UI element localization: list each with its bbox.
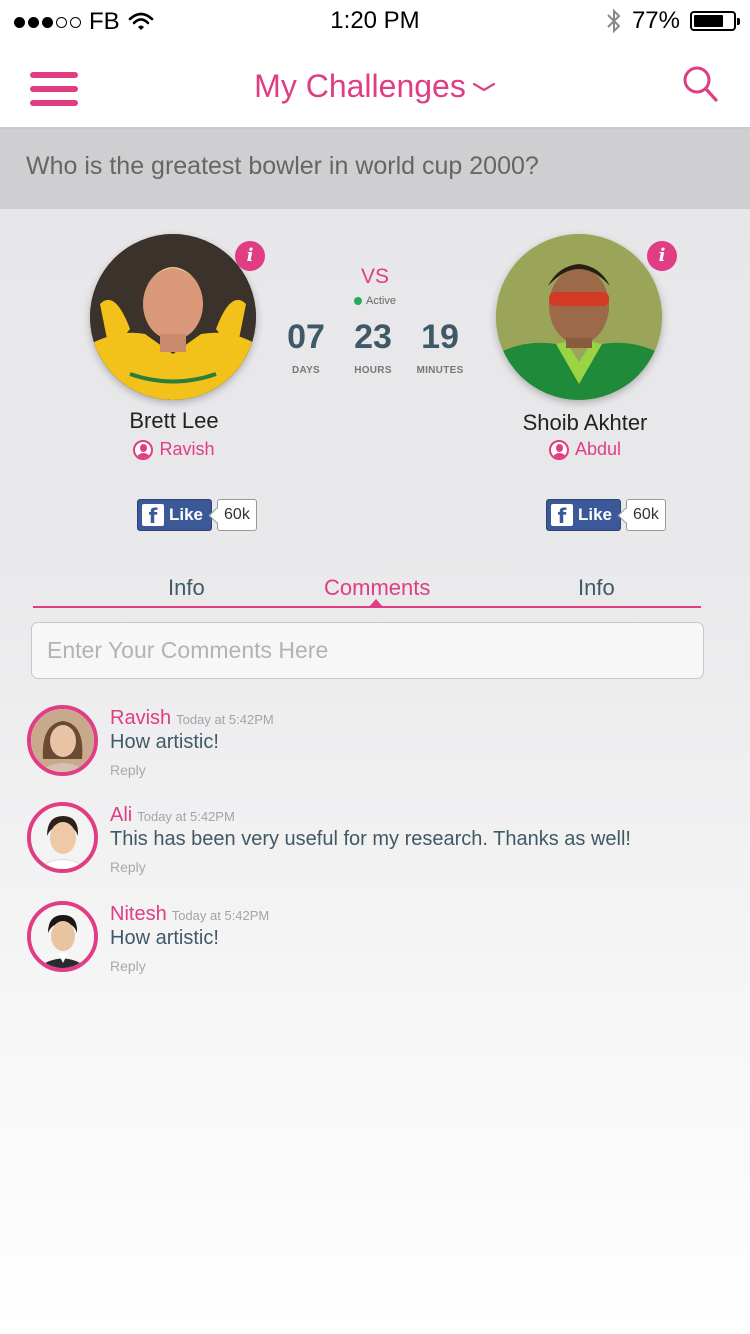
active-dot-icon: [354, 297, 363, 305]
user-icon: [133, 439, 154, 460]
player-right-info-icon[interactable]: i: [647, 241, 677, 271]
status-right: 77%: [606, 7, 740, 35]
comment-text: How artistic!: [110, 927, 219, 949]
comment-time: Today at 5:42PM: [176, 712, 274, 727]
search-icon[interactable]: [680, 64, 720, 104]
vs-label: VS: [360, 265, 389, 288]
like-count: 60k: [217, 499, 257, 531]
like-label: Like: [169, 505, 204, 524]
reply-link[interactable]: Reply: [110, 859, 146, 875]
comment-item: Ali Today at 5:42PM This has been very u…: [27, 802, 727, 876]
battery-percent: 77%: [631, 7, 680, 34]
player-right-backer[interactable]: Abdul: [485, 439, 685, 460]
comment-body: Ravish Today at 5:42PM How artistic! Rep…: [110, 707, 274, 780]
player-right-avatar[interactable]: [496, 234, 662, 400]
comment-header: Nitesh Today at 5:42PM: [110, 903, 269, 926]
countdown-minutes-unit: MINUTES: [416, 365, 464, 376]
challenge-question: Who is the greatest bowler in world cup …: [0, 129, 750, 209]
user-icon: [548, 439, 569, 460]
battery-icon: [690, 11, 740, 31]
facebook-like-button[interactable]: f Like: [137, 499, 213, 531]
battery-level: [694, 15, 724, 27]
comment-item: Nitesh Today at 5:42PM How artistic! Rep…: [27, 901, 727, 975]
player-left-avatar[interactable]: [90, 234, 256, 400]
challenge-status: Active: [340, 295, 410, 307]
comment-text: How artistic!: [110, 731, 219, 753]
comment-header: Ravish Today at 5:42PM: [110, 707, 274, 730]
nav-bar: My Challenges: [0, 42, 750, 129]
bluetooth-icon: [607, 8, 621, 34]
player-left-like: f Like 60k: [137, 499, 257, 531]
comment-author[interactable]: Ravish: [110, 707, 171, 730]
comment-input[interactable]: [31, 622, 704, 679]
challenge-status-label: Active: [366, 295, 396, 307]
reply-link[interactable]: Reply: [110, 762, 146, 778]
countdown-minutes-value: 19: [421, 318, 459, 356]
comment-text: This has been very useful for my researc…: [110, 828, 631, 850]
player-right-backer-name: Abdul: [574, 439, 622, 459]
page-title: My Challenges: [254, 68, 466, 104]
player-left-backer-name: Ravish: [159, 439, 215, 459]
comment-body: Nitesh Today at 5:42PM How artistic! Rep…: [110, 903, 269, 976]
active-tab-indicator: [369, 599, 383, 607]
player-left-info-icon[interactable]: i: [235, 241, 265, 271]
countdown-minutes: 19 MINUTES: [400, 318, 480, 376]
facebook-icon: f: [142, 504, 164, 526]
player-left-backer[interactable]: Ravish: [74, 439, 274, 460]
comment-author[interactable]: Nitesh: [110, 903, 167, 926]
comment-item: Ravish Today at 5:42PM How artistic! Rep…: [27, 705, 727, 779]
reply-link[interactable]: Reply: [110, 958, 146, 974]
comment-time: Today at 5:42PM: [171, 908, 270, 923]
tab-info-right[interactable]: Info: [578, 575, 615, 601]
facebook-icon: f: [551, 504, 573, 526]
player-left-name: Brett Lee: [129, 408, 219, 433]
chevron-down-icon: [472, 82, 495, 91]
comment-header: Ali Today at 5:42PM: [110, 804, 631, 827]
page-title-dropdown[interactable]: My Challenges: [254, 68, 496, 105]
avatar[interactable]: [27, 901, 98, 972]
avatar[interactable]: [27, 802, 98, 873]
player-right-like: f Like 60k: [546, 499, 666, 531]
comment-author[interactable]: Ali: [110, 804, 132, 827]
comment-body: Ali Today at 5:42PM This has been very u…: [110, 804, 631, 877]
like-label: Like: [578, 505, 613, 524]
tab-bar: Info Comments Info: [33, 575, 701, 608]
player-right-name: Shoib Akhter: [522, 410, 648, 435]
status-bar: FB 1:20 PM 77%: [0, 0, 750, 42]
tab-info-left[interactable]: Info: [168, 575, 205, 601]
comment-time: Today at 5:42PM: [137, 809, 235, 824]
tab-comments[interactable]: Comments: [324, 575, 430, 601]
avatar[interactable]: [27, 705, 98, 776]
page-title-container: My Challenges: [0, 68, 750, 105]
like-count: 60k: [626, 499, 666, 531]
facebook-like-button[interactable]: f Like: [546, 499, 622, 531]
